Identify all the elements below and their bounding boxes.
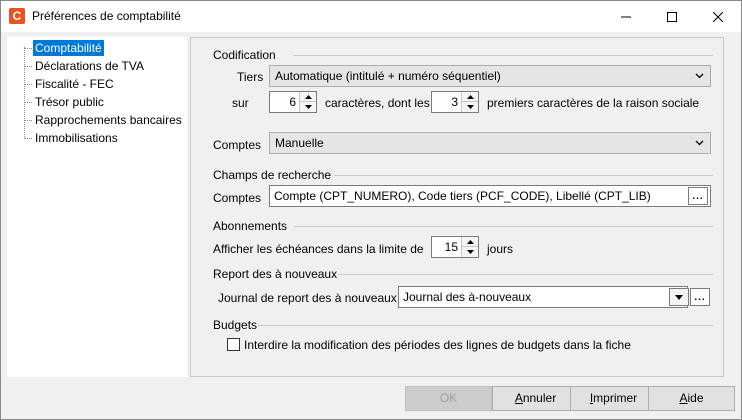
tree-item-label: Déclarations de TVA (35, 59, 144, 73)
settings-panel: Codification Tiers Automatique (intitulé… (190, 37, 724, 377)
sur-stepper-up[interactable] (300, 92, 316, 102)
tree-item-label: Comptabilité (35, 41, 102, 55)
imprimer-label: mprimer (593, 391, 638, 405)
chevron-down-icon (675, 294, 683, 300)
group-divider (338, 274, 713, 275)
comptes-recherche-field[interactable]: Compte (CPT_NUMERO), Code tiers (PCF_COD… (269, 185, 711, 207)
sur-stepper-down[interactable] (300, 102, 316, 112)
group-title-budgets: Budgets (213, 318, 258, 332)
group-divider (258, 325, 713, 326)
comptes-recherche-browse-button[interactable]: ... (688, 187, 708, 205)
tree-item-label: Fiscalité - FEC (35, 77, 114, 91)
annuler-label: nnuler (522, 391, 557, 405)
group-divider (293, 55, 713, 56)
sur-stepper-value: 6 (289, 95, 296, 109)
tree-item-label: Rapprochements bancaires (35, 113, 182, 127)
echeances-stepper[interactable]: 15 (431, 236, 479, 258)
app-logo-icon: C (9, 8, 25, 24)
close-button[interactable] (695, 1, 741, 32)
group-title-codification: Codification (213, 48, 276, 62)
arrow-down-icon (466, 105, 474, 109)
premiers-label: premiers caractères de la raison sociale (487, 96, 700, 110)
interdire-modification-checkbox[interactable] (227, 338, 240, 351)
arrow-up-icon (466, 94, 474, 99)
caracteres-label: caractères, dont les (325, 96, 430, 110)
jours-label: jours (487, 242, 514, 256)
tree-item-label: Immobilisations (35, 131, 118, 145)
chevron-down-icon (695, 73, 704, 79)
comptes-recherche-value: Compte (CPT_NUMERO), Code tiers (PCF_COD… (274, 189, 651, 203)
tiers-label: Tiers (237, 70, 264, 84)
journal-report-value: Journal des à-nouveaux (403, 290, 532, 304)
premiers-stepper-value: 3 (451, 95, 458, 109)
maximize-button[interactable] (649, 1, 695, 32)
group-title-abonnements: Abonnements (213, 219, 288, 233)
sur-stepper[interactable]: 6 (269, 91, 317, 113)
comptes-codification-value: Manuelle (275, 136, 324, 150)
tiers-select-value: Automatique (intitulé + numéro séquentie… (275, 69, 501, 83)
aide-label: ide (687, 391, 704, 405)
ok-button[interactable]: OK (405, 386, 492, 411)
echeances-stepper-down[interactable] (462, 247, 478, 257)
tree-item-tresor-public[interactable]: Trésor public (24, 94, 106, 110)
interdire-modification-label[interactable]: Interdire la modification des périodes d… (244, 338, 631, 352)
close-icon (713, 11, 723, 22)
annuler-button[interactable]: Annuler (492, 386, 579, 411)
minimize-button[interactable] (603, 1, 649, 32)
tiers-select[interactable]: Automatique (intitulé + numéro séquentie… (269, 65, 711, 87)
tree-item-immobilisations[interactable]: Immobilisations (24, 130, 120, 146)
tree-connector-line (24, 47, 25, 139)
chevron-down-icon (695, 140, 704, 146)
group-divider (334, 175, 713, 176)
annuler-accesskey: A (514, 391, 523, 405)
arrow-up-icon (304, 94, 312, 99)
journal-report-browse-button[interactable]: ... (690, 288, 710, 306)
premiers-stepper-up[interactable] (462, 92, 478, 102)
title-bar: C Préférences de comptabilité (1, 1, 741, 32)
premiers-stepper[interactable]: 3 (431, 91, 479, 113)
arrow-up-icon (466, 239, 474, 244)
tree-item-fiscalite-fec[interactable]: Fiscalité - FEC (24, 76, 116, 92)
comptes-codification-label: Comptes (213, 138, 262, 152)
category-tree[interactable]: Comptabilité Déclarations de TVA Fiscali… (7, 37, 187, 377)
echeances-stepper-up[interactable] (462, 237, 478, 247)
premiers-stepper-down[interactable] (462, 102, 478, 112)
tree-item-comptabilite[interactable]: Comptabilité (24, 40, 104, 56)
arrow-down-icon (304, 105, 312, 109)
group-divider (294, 226, 713, 227)
echeances-label: Afficher les échéances dans la limite de (213, 242, 424, 256)
aide-accesskey: A (679, 391, 688, 405)
tree-item-declarations-tva[interactable]: Déclarations de TVA (24, 58, 146, 74)
arrow-down-icon (466, 250, 474, 254)
maximize-icon (667, 11, 677, 22)
preferences-dialog: C Préférences de comptabilité Comptabili… (0, 0, 742, 420)
minimize-icon (621, 16, 631, 17)
tree-item-label: Trésor public (35, 95, 104, 109)
group-title-champs-recherche: Champs de recherche (213, 168, 332, 182)
tree-item-rapprochements-bancaires[interactable]: Rapprochements bancaires (24, 112, 184, 128)
sur-label: sur (232, 96, 249, 110)
journal-report-label: Journal de report des à nouveaux (218, 291, 397, 305)
comptes-recherche-label: Comptes (213, 191, 262, 205)
window-title: Préférences de comptabilité (32, 9, 181, 23)
comptes-codification-select[interactable]: Manuelle (269, 132, 711, 154)
echeances-stepper-value: 15 (444, 240, 458, 254)
journal-report-dropdown-button[interactable] (669, 288, 689, 306)
journal-report-select[interactable]: Journal des à-nouveaux (398, 286, 688, 308)
aide-button[interactable]: Aide (648, 386, 735, 411)
group-title-report: Report des à nouveaux (213, 267, 338, 281)
imprimer-button[interactable]: Imprimer (570, 386, 657, 411)
